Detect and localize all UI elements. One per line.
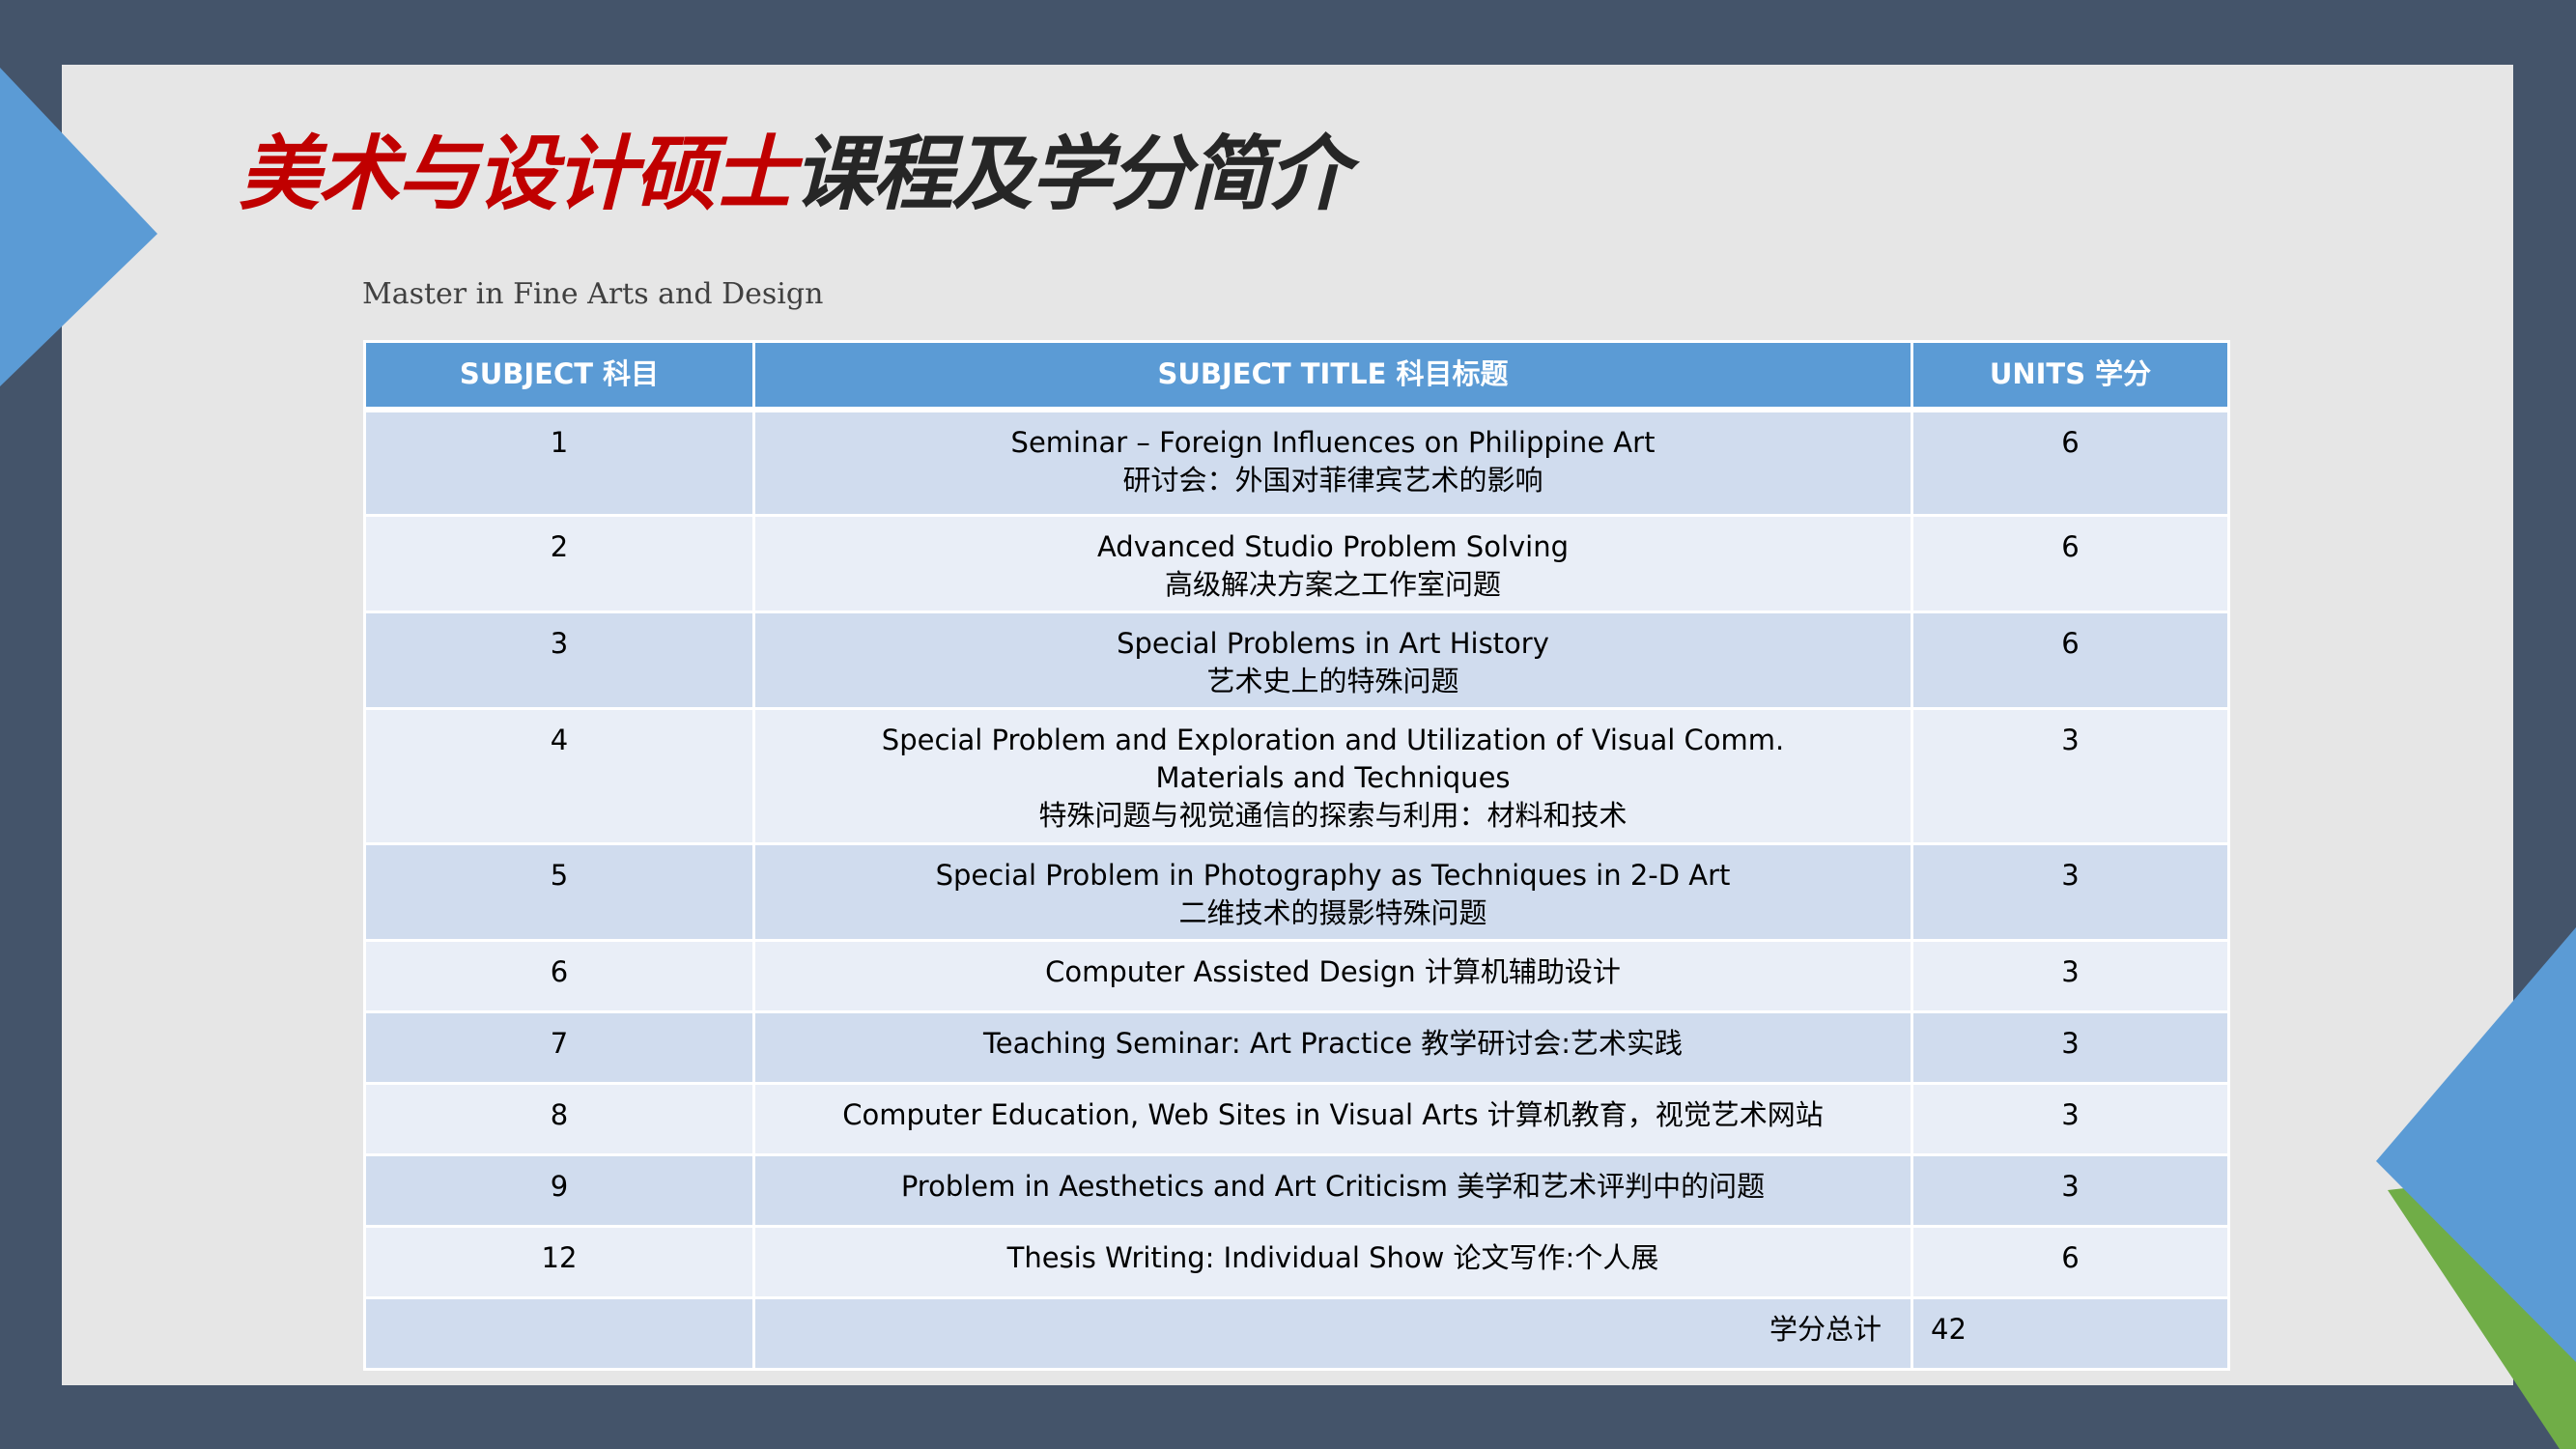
title-line: Special Problem and Exploration and Util… (881, 724, 1785, 756)
subject-cell: 4 (363, 707, 755, 845)
title-line: 二维技术的摄影特殊问题 (1178, 896, 1487, 929)
table-row: 9 Problem in Aesthetics and Art Criticis… (363, 1153, 2230, 1228)
units-cell: 3 (1911, 1010, 2230, 1085)
subject-cell: 6 (363, 939, 755, 1013)
title-line: Thesis Writing: Individual Show 论文写作:个人展 (1006, 1241, 1659, 1274)
subject-title-cell: Computer Education, Web Sites in Visual … (752, 1082, 1913, 1156)
header-subject: SUBJECT 科目 (363, 340, 755, 412)
title-line: 研讨会：外国对菲律宾艺术的影响 (1122, 463, 1543, 497)
title-line: Computer Assisted Design 计算机辅助设计 (1045, 955, 1621, 988)
subject-cell: 9 (363, 1153, 755, 1228)
page-title: 美术与设计硕士课程及学分简介 (239, 133, 1349, 214)
table-row: 4 Special Problem and Exploration and Ut… (363, 707, 2230, 845)
title-line: 高级解决方案之工作室问题 (1164, 568, 1501, 601)
subject-title-cell: Advanced Studio Problem Solving 高级解决方案之工… (752, 514, 1913, 613)
subject-cell: 8 (363, 1082, 755, 1156)
subject-cell: 5 (363, 842, 755, 942)
units-cell: 3 (1911, 842, 2230, 942)
bottom-right-blue-triangle-decoration (2376, 927, 2576, 1362)
title-line: Teaching Seminar: Art Practice 教学研讨会:艺术实… (982, 1027, 1684, 1060)
header-subject-title: SUBJECT TITLE 科目标题 (752, 340, 1913, 412)
table-header-row: SUBJECT 科目 SUBJECT TITLE 科目标题 UNITS 学分 (363, 340, 2230, 412)
title-red-part: 美术与设计硕士 (239, 127, 795, 221)
title-line: Special Problem in Photography as Techni… (935, 859, 1731, 892)
total-value: 42 (1911, 1296, 2230, 1371)
table-row: 7 Teaching Seminar: Art Practice 教学研讨会:艺… (363, 1010, 2230, 1085)
title-line: Seminar – Foreign Influences on Philippi… (1010, 425, 1656, 459)
total-empty-cell (363, 1296, 755, 1371)
total-label: 学分总计 (752, 1296, 1913, 1371)
header-units: UNITS 学分 (1911, 340, 2230, 412)
subject-cell: 1 (363, 408, 755, 517)
table-row: 8 Computer Education, Web Sites in Visua… (363, 1082, 2230, 1156)
units-cell: 6 (1911, 408, 2230, 517)
curriculum-table: SUBJECT 科目 SUBJECT TITLE 科目标题 UNITS 学分 1… (363, 340, 2230, 1371)
title-line: Materials and Techniques (1155, 761, 1511, 794)
units-cell: 3 (1911, 1153, 2230, 1228)
subject-title-cell: Thesis Writing: Individual Show 论文写作:个人展 (752, 1225, 1913, 1299)
table-row: 3 Special Problems in Art History 艺术史上的特… (363, 611, 2230, 710)
page-subtitle: Master in Fine Arts and Design (362, 277, 824, 311)
subject-cell: 3 (363, 611, 755, 710)
subject-title-cell: Problem in Aesthetics and Art Criticism … (752, 1153, 1913, 1228)
units-cell: 6 (1911, 514, 2230, 613)
units-cell: 6 (1911, 611, 2230, 710)
title-line: 特殊问题与视觉通信的探索与利用：材料和技术 (1038, 799, 1628, 832)
table-row: 1 Seminar – Foreign Influences on Philip… (363, 408, 2230, 517)
subject-title-cell: Teaching Seminar: Art Practice 教学研讨会:艺术实… (752, 1010, 1913, 1085)
table-row: 6 Computer Assisted Design 计算机辅助设计 3 (363, 939, 2230, 1013)
units-cell: 6 (1911, 1225, 2230, 1299)
title-dark-part: 课程及学分简介 (793, 127, 1349, 221)
subject-title-cell: Special Problems in Art History 艺术史上的特殊问… (752, 611, 1913, 710)
table-row: 2 Advanced Studio Problem Solving 高级解决方案… (363, 514, 2230, 613)
subject-cell: 12 (363, 1225, 755, 1299)
subject-title-cell: Special Problem and Exploration and Util… (752, 707, 1913, 845)
title-line: Special Problems in Art History (1117, 627, 1549, 660)
table-total-row: 学分总计 42 (363, 1296, 2230, 1371)
title-line: Problem in Aesthetics and Art Criticism … (900, 1170, 1766, 1203)
title-line: 艺术史上的特殊问题 (1206, 665, 1459, 697)
subject-title-cell: Computer Assisted Design 计算机辅助设计 (752, 939, 1913, 1013)
title-line: Advanced Studio Problem Solving (1096, 530, 1570, 563)
units-cell: 3 (1911, 939, 2230, 1013)
subject-cell: 7 (363, 1010, 755, 1085)
title-line: Computer Education, Web Sites in Visual … (842, 1098, 1824, 1131)
units-cell: 3 (1911, 1082, 2230, 1156)
table-row: 5 Special Problem in Photography as Tech… (363, 842, 2230, 942)
table-row: 12 Thesis Writing: Individual Show 论文写作:… (363, 1225, 2230, 1299)
subject-title-cell: Seminar – Foreign Influences on Philippi… (752, 408, 1913, 517)
units-cell: 3 (1911, 707, 2230, 845)
subject-title-cell: Special Problem in Photography as Techni… (752, 842, 1913, 942)
subject-cell: 2 (363, 514, 755, 613)
left-blue-triangle-decoration (0, 68, 157, 386)
